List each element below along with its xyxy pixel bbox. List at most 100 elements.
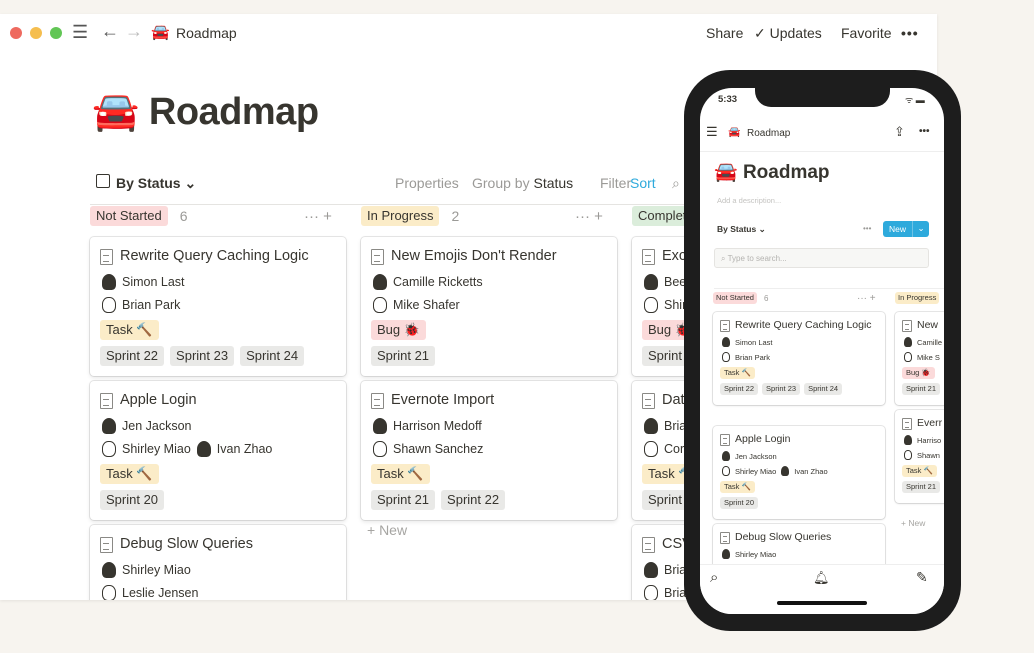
type-row: Task 🔨 bbox=[720, 367, 878, 379]
board-card[interactable]: Apple Login Jen Jackson Shirley Miao Ivan Z… bbox=[713, 426, 885, 519]
column-more-icon[interactable]: ··· + bbox=[304, 208, 332, 225]
description-input[interactable]: Add a description... bbox=[717, 196, 781, 205]
more-options-icon[interactable]: ••• bbox=[901, 25, 919, 41]
avatar bbox=[781, 466, 790, 476]
avatar bbox=[102, 418, 116, 434]
person-row: Harriso bbox=[904, 435, 944, 445]
compose-icon[interactable]: ✎ bbox=[916, 569, 928, 586]
group-by-label: Group by bbox=[472, 175, 530, 191]
share-icon[interactable]: ⇪ bbox=[894, 124, 905, 140]
avatar bbox=[373, 297, 387, 313]
person-name: Jen Jackson bbox=[735, 451, 777, 461]
close-window-button[interactable] bbox=[10, 27, 22, 39]
sprint-row: Sprint 21 Sprint 22 bbox=[371, 490, 607, 510]
board-card[interactable]: Rewrite Query Caching Logic Simon Last Bri… bbox=[90, 237, 346, 376]
status-tag[interactable]: In Progress bbox=[361, 206, 440, 226]
task-tag: Task 🔨 bbox=[720, 367, 755, 379]
person-row: Brian Park bbox=[722, 352, 878, 362]
forward-arrow-icon[interactable]: → bbox=[125, 21, 143, 42]
chevron-down-icon[interactable]: ⌄ bbox=[913, 221, 929, 237]
page-icon bbox=[720, 434, 730, 446]
person-name: Shawn bbox=[917, 450, 940, 460]
board-card[interactable]: Evernote Import Harrison Medoff Shawn Sanc… bbox=[361, 381, 617, 520]
board-card[interactable]: Everr Harriso Shawn Task 🔨 Sprint 21 bbox=[895, 410, 944, 503]
page-icon bbox=[100, 249, 113, 265]
column-count: 2 bbox=[451, 208, 460, 224]
minimize-window-button[interactable] bbox=[30, 27, 42, 39]
person-name: Leslie Jensen bbox=[122, 586, 199, 600]
status-tag[interactable]: Not Started bbox=[713, 292, 757, 304]
column-header: Not Started 6 ··· + bbox=[713, 292, 876, 304]
page-icon bbox=[642, 537, 655, 553]
person-name: Bria bbox=[664, 586, 687, 600]
board-card[interactable]: Apple Login Jen Jackson Shirley Miao Ivan Z… bbox=[90, 381, 346, 520]
status-tag[interactable]: In Progress bbox=[895, 292, 940, 304]
hamburger-menu-icon[interactable]: ☰ bbox=[72, 22, 88, 43]
person-name: Shawn Sanchez bbox=[393, 442, 484, 456]
avatar bbox=[722, 451, 730, 461]
page-icon bbox=[100, 393, 113, 409]
maximize-window-button[interactable] bbox=[50, 27, 62, 39]
board-card[interactable]: Debug Slow Queries Shirley Miao Leslie Jen… bbox=[90, 525, 346, 600]
new-card-button[interactable]: + New bbox=[367, 522, 407, 538]
person-name: Shir bbox=[664, 298, 687, 312]
person-row: Harrison Medoff bbox=[373, 418, 607, 434]
bug-tag: Bug 🐞 bbox=[902, 367, 935, 379]
mobile-breadcrumb[interactable]: Roadmap bbox=[747, 128, 790, 139]
board-card[interactable]: New Camille Mike S Bug 🐞 Sprint 21 bbox=[895, 312, 944, 405]
sprint-tag: Sprint 24 bbox=[240, 346, 305, 366]
sprint-tag: Sprint 22 bbox=[100, 346, 165, 366]
bug-tag: Bug 🐞 bbox=[371, 320, 426, 340]
column-more-icon[interactable]: ··· + bbox=[857, 293, 876, 304]
group-by-button[interactable]: Group by Status bbox=[472, 175, 573, 191]
chevron-down-icon: ⌄ bbox=[184, 175, 197, 191]
share-button[interactable]: Share bbox=[706, 25, 743, 41]
sprint-tag: Sprint 21 bbox=[902, 383, 941, 395]
type-row: Bug 🐞 bbox=[902, 367, 944, 379]
favorite-button[interactable]: Favorite bbox=[841, 25, 892, 41]
task-tag: Task 🔨 bbox=[371, 464, 430, 484]
back-arrow-icon[interactable]: ← bbox=[101, 21, 119, 42]
search-icon[interactable]: ⌕ bbox=[710, 569, 718, 586]
sort-button[interactable]: Sort bbox=[630, 175, 656, 191]
card-title: Rewrite Query Caching Logic bbox=[720, 318, 878, 333]
task-tag: Task 🔨 bbox=[902, 465, 937, 477]
home-indicator bbox=[777, 601, 867, 605]
wifi-battery-icon: ᯤ ▬ bbox=[905, 95, 925, 105]
breadcrumb-page[interactable]: Roadmap bbox=[176, 25, 237, 41]
view-selector[interactable]: By Status ⌄ bbox=[717, 224, 766, 235]
avatar bbox=[102, 297, 116, 313]
sprint-row: Sprint 21 bbox=[902, 481, 944, 493]
avatar bbox=[644, 441, 658, 457]
new-button[interactable]: New ⌄ bbox=[883, 221, 929, 237]
sprint-tag: Sprint 22 bbox=[441, 490, 506, 510]
sprint-tag: Sprint 21 bbox=[371, 346, 436, 366]
task-tag: Task 🔨 bbox=[720, 481, 755, 493]
status-tag[interactable]: Not Started bbox=[90, 206, 168, 226]
view-more-icon[interactable]: ••• bbox=[863, 224, 871, 233]
task-tag: Task 🔨 bbox=[100, 320, 159, 340]
bell-icon[interactable]: 🔔︎ bbox=[813, 570, 830, 586]
page-icon bbox=[100, 537, 113, 553]
board-card[interactable]: New Emojis Don't Render Camille Ricketts M… bbox=[361, 237, 617, 376]
updates-button[interactable]: ✓ Updates bbox=[754, 25, 822, 42]
avatar bbox=[102, 274, 116, 290]
new-card-button[interactable]: + New bbox=[901, 518, 925, 528]
properties-button[interactable]: Properties bbox=[395, 175, 459, 191]
avatar bbox=[904, 352, 912, 362]
column-header: In Progress 2 ··· + bbox=[361, 206, 603, 226]
sprint-row: Sprint 22 Sprint 23 Sprint 24 bbox=[100, 346, 336, 366]
view-selector[interactable]: By Status ⌄ bbox=[116, 175, 196, 192]
hamburger-menu-icon[interactable]: ☰ bbox=[706, 124, 718, 140]
avatar bbox=[644, 585, 658, 600]
card-title: New bbox=[902, 318, 944, 333]
more-options-icon[interactable]: ••• bbox=[919, 126, 930, 137]
column-more-icon[interactable]: ··· + bbox=[575, 208, 603, 225]
person-row: Shawn bbox=[904, 450, 944, 460]
check-icon: ✓ bbox=[754, 25, 770, 41]
search-icon[interactable]: ⌕ bbox=[672, 175, 680, 192]
board-card[interactable]: Rewrite Query Caching Logic Simon Last Bri… bbox=[713, 312, 885, 405]
search-input[interactable]: ⌕ Type to search... bbox=[714, 248, 929, 268]
avatar bbox=[102, 585, 116, 600]
filter-button[interactable]: Filter bbox=[600, 175, 631, 191]
